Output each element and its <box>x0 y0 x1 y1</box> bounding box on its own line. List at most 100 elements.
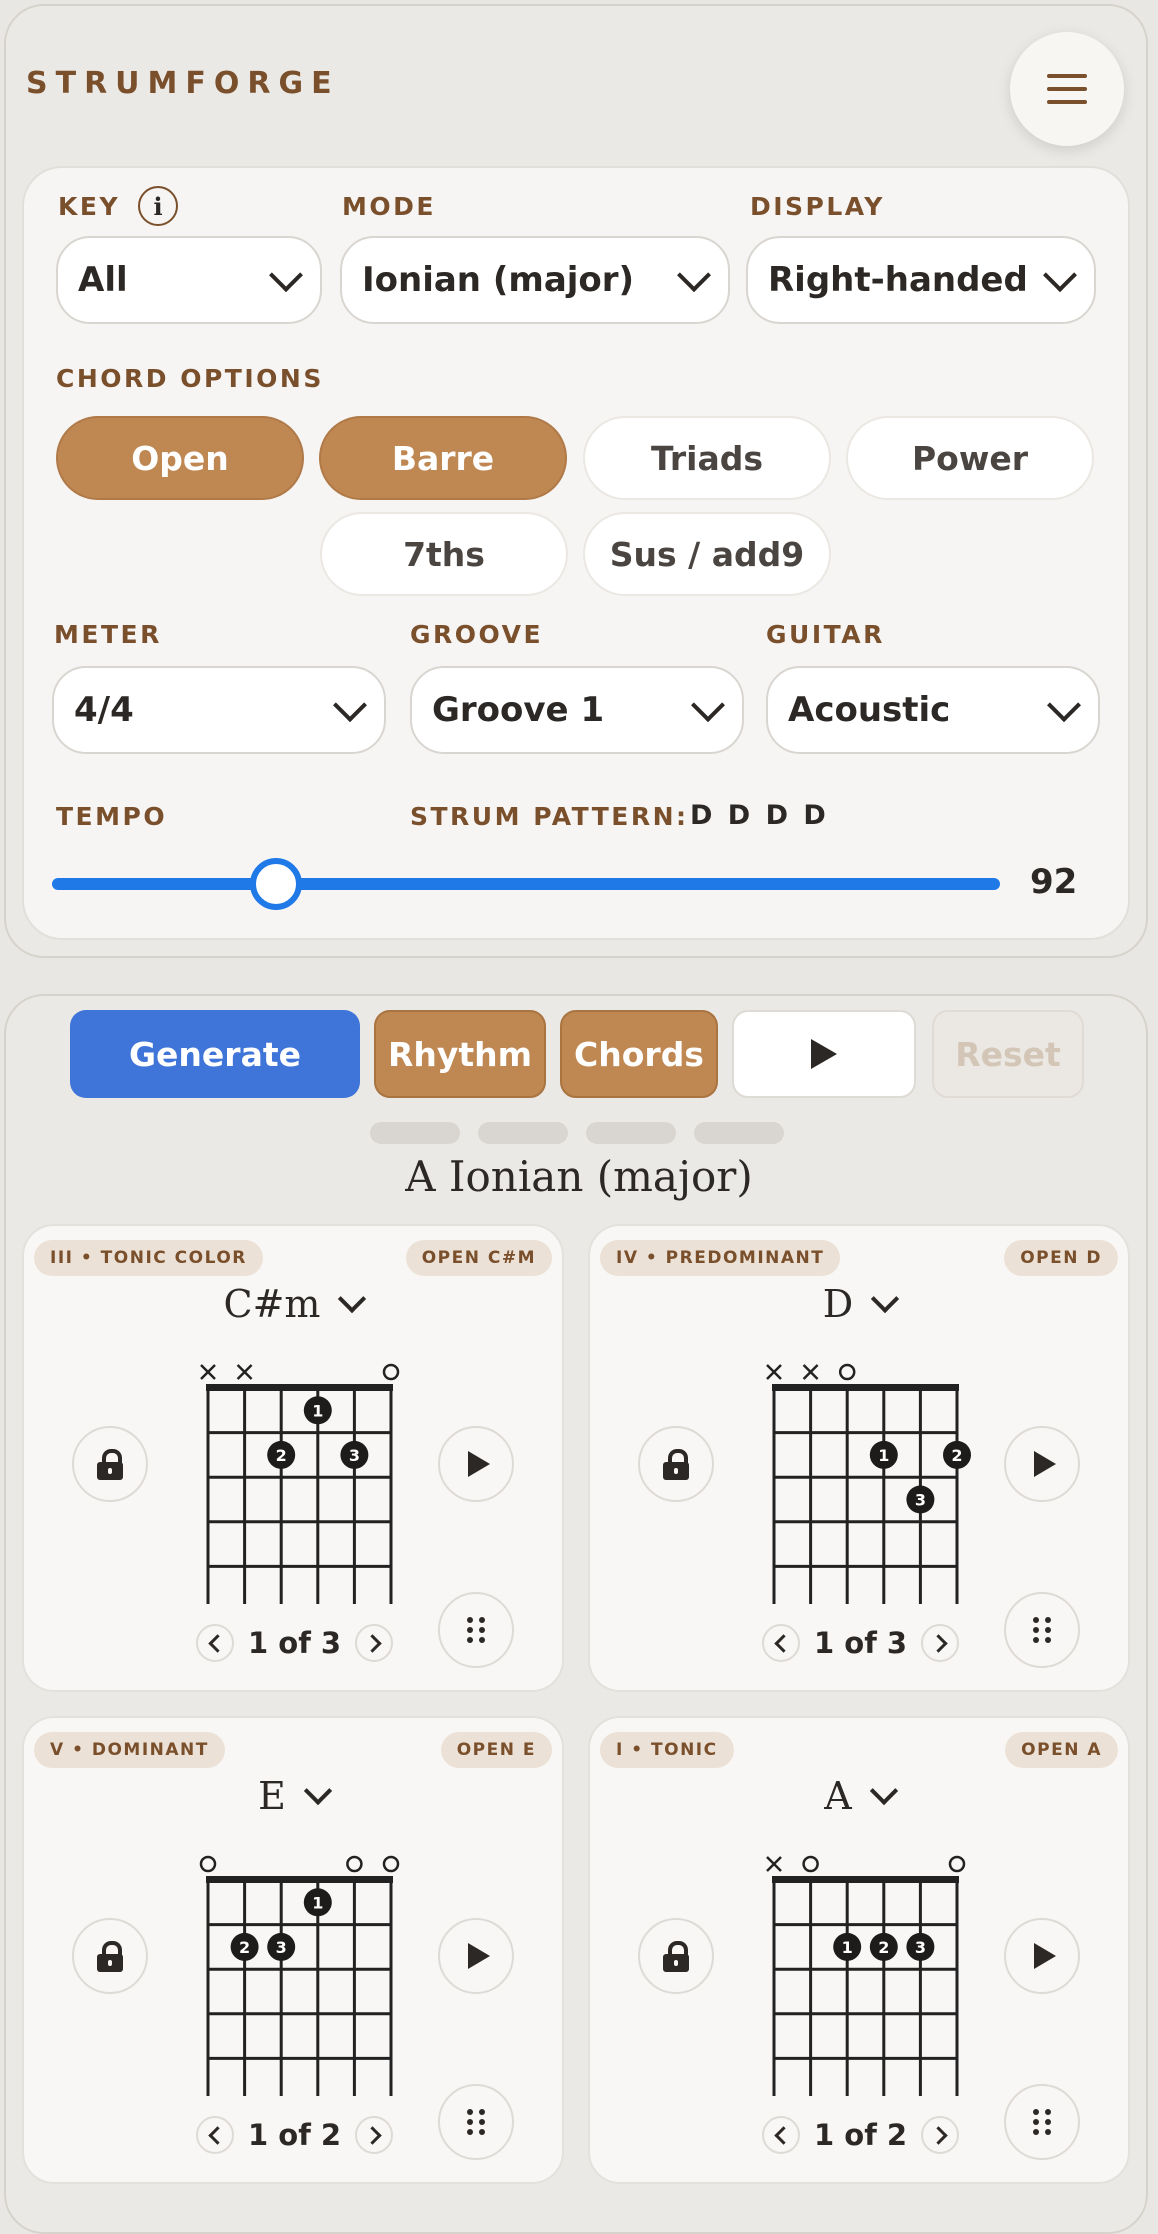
chord-option-power[interactable]: Power <box>846 416 1094 500</box>
chord-name-select[interactable]: C#m <box>24 1282 562 1326</box>
prev-voicing-button[interactable] <box>762 1624 800 1662</box>
chevron-down-icon <box>303 1776 333 1806</box>
chords-button[interactable]: Chords <box>560 1010 718 1098</box>
drag-handle[interactable] <box>438 2084 514 2160</box>
progression-title: A Ionian (major) <box>405 1152 753 1201</box>
voicing-pager: 1 of 2 <box>762 2116 960 2154</box>
prev-voicing-button[interactable] <box>196 2116 234 2154</box>
chevron-down-icon <box>1047 688 1081 723</box>
mode-label: MODE <box>342 192 436 221</box>
chord-option-triads[interactable]: Triads <box>583 416 831 500</box>
chevron-right-icon <box>928 1633 948 1653</box>
chevron-left-icon <box>773 2125 793 2145</box>
app-brand: STRUMFORGE <box>26 66 340 101</box>
chord-function-tag: I • TONIC <box>600 1732 734 1768</box>
chord-name-select[interactable]: E <box>24 1774 562 1818</box>
nut <box>772 1876 959 1883</box>
chevron-down-icon <box>871 1284 900 1314</box>
guitar-select-value: Acoustic <box>788 690 951 730</box>
finger-number: 2 <box>878 1938 889 1957</box>
chord-option-sus-add9[interactable]: Sus / add9 <box>583 512 831 596</box>
groove-label: GROOVE <box>410 620 544 649</box>
tempo-slider-thumb[interactable] <box>249 858 302 910</box>
chevron-down-icon <box>269 258 303 293</box>
chevron-down-icon <box>1043 258 1077 293</box>
play-icon <box>1034 1943 1056 1969</box>
prev-voicing-button[interactable] <box>762 2116 800 2154</box>
play-icon <box>1034 1451 1056 1477</box>
reset-button[interactable]: Reset <box>932 1010 1084 1098</box>
lock-button[interactable] <box>72 1426 148 1502</box>
rhythm-button[interactable]: Rhythm <box>374 1010 546 1098</box>
groove-select[interactable]: Groove 1 <box>410 666 744 754</box>
chord-name-select[interactable]: D <box>590 1282 1128 1326</box>
chord-voicing-tag: OPEN D <box>1004 1240 1118 1276</box>
chord-card: IV • PREDOMINANT OPEN D D 1 of 3 1 2 3 <box>588 1224 1130 1692</box>
finger-number: 3 <box>349 1446 360 1465</box>
finger-number: 3 <box>276 1938 287 1957</box>
tempo-slider-track[interactable] <box>52 878 1000 890</box>
voicing-count: 1 of 3 <box>248 1626 342 1660</box>
chevron-right-icon <box>362 1633 382 1653</box>
play-chord-button[interactable] <box>438 1426 514 1502</box>
mode-select[interactable]: Ionian (major) <box>340 236 730 324</box>
play-chord-button[interactable] <box>438 1918 514 1994</box>
chord-function-tag: V • DOMINANT <box>34 1732 225 1768</box>
lock-button[interactable] <box>72 1918 148 1994</box>
next-voicing-button[interactable] <box>355 1624 394 1662</box>
play-icon <box>468 1943 490 1969</box>
grip-icon <box>467 1617 485 1643</box>
meter-select-value: 4/4 <box>74 690 134 730</box>
generate-button[interactable]: Generate <box>70 1010 360 1098</box>
chord-option-barre[interactable]: Barre <box>319 416 567 500</box>
finger-number: 1 <box>842 1938 853 1957</box>
guitar-select[interactable]: Acoustic <box>766 666 1100 754</box>
next-voicing-button[interactable] <box>355 2116 394 2154</box>
info-icon[interactable]: i <box>138 186 178 226</box>
finger-number: 1 <box>312 1401 323 1420</box>
beat-indicator <box>694 1122 784 1144</box>
drag-handle[interactable] <box>1004 2084 1080 2160</box>
meter-select[interactable]: 4/4 <box>52 666 386 754</box>
prev-voicing-button[interactable] <box>196 1624 234 1662</box>
chevron-down-icon <box>691 688 725 723</box>
finger-number: 3 <box>915 1938 926 1957</box>
chord-card: V • DOMINANT OPEN E E 1 of 2 1 2 3 <box>22 1716 564 2184</box>
open-string-mark <box>382 1855 400 1873</box>
finger-number: 3 <box>915 1491 926 1510</box>
chord-options-label: CHORD OPTIONS <box>56 364 324 393</box>
beat-indicator <box>478 1122 568 1144</box>
play-button[interactable] <box>732 1010 916 1098</box>
chevron-down-icon <box>677 258 711 293</box>
chevron-down-icon <box>338 1284 367 1314</box>
muted-string-mark <box>200 1364 216 1380</box>
lock-icon <box>663 1449 689 1480</box>
voicing-pager: 1 of 2 <box>196 2116 394 2154</box>
guitar-label: GUITAR <box>766 620 885 649</box>
chord-name-select[interactable]: A <box>590 1774 1128 1818</box>
lock-button[interactable] <box>638 1426 714 1502</box>
chevron-left-icon <box>207 2125 227 2145</box>
display-select[interactable]: Right-handed <box>746 236 1096 324</box>
mode-select-value: Ionian (major) <box>362 260 635 300</box>
next-voicing-button[interactable] <box>921 1624 960 1662</box>
hamburger-icon <box>1047 74 1087 104</box>
play-icon <box>811 1039 837 1069</box>
chord-voicing-tag: OPEN C#M <box>405 1240 552 1276</box>
finger-number: 1 <box>312 1893 323 1912</box>
chord-diagram: 1 2 3 <box>199 1855 400 2096</box>
chord-option-open[interactable]: Open <box>56 416 304 500</box>
lock-button[interactable] <box>638 1918 714 1994</box>
drag-handle[interactable] <box>1004 1592 1080 1668</box>
play-chord-button[interactable] <box>1004 1918 1080 1994</box>
key-select[interactable]: All <box>56 236 322 324</box>
next-voicing-button[interactable] <box>921 2116 960 2154</box>
drag-handle[interactable] <box>438 1592 514 1668</box>
menu-button[interactable] <box>1010 32 1124 146</box>
chevron-left-icon <box>773 1633 793 1653</box>
groove-select-value: Groove 1 <box>432 690 605 730</box>
chevron-right-icon <box>362 2125 382 2145</box>
play-chord-button[interactable] <box>1004 1426 1080 1502</box>
chord-option-7ths[interactable]: 7ths <box>320 512 568 596</box>
open-string-mark <box>199 1855 217 1873</box>
